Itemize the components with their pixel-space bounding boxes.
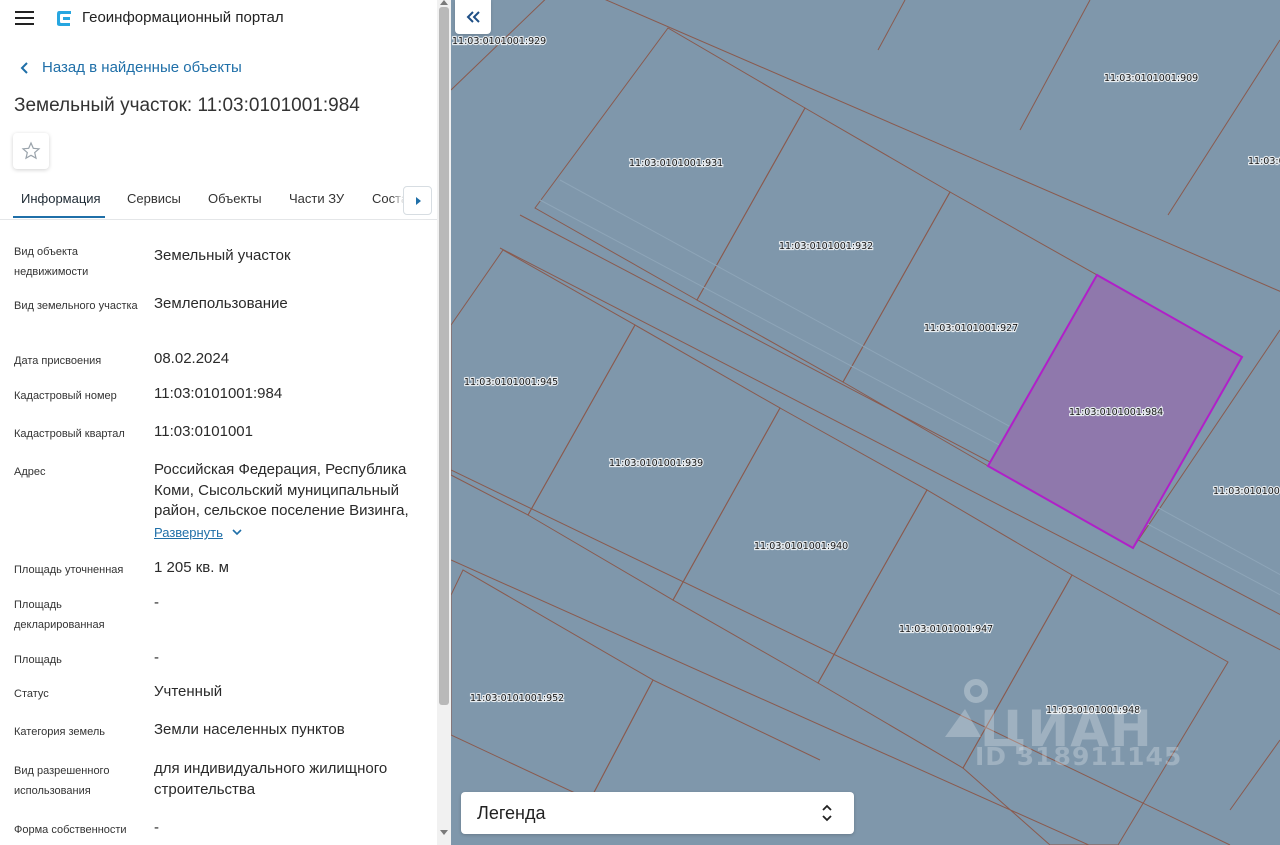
up-down-chevron-icon (822, 804, 832, 822)
favorite-button[interactable] (13, 133, 49, 169)
parcel-label-945: 11:03:0101001:945 (464, 377, 558, 388)
detail-label: Площадь уточненная (14, 564, 124, 576)
legend-label: Легенда (477, 803, 546, 823)
parcel-label-edge-mid: 11:03:010100 (1213, 486, 1280, 497)
panel-content: Геоинформационный портал Назад в найденн… (0, 0, 437, 845)
back-link-label: Назад в найденные объекты (42, 59, 242, 76)
parcel-label-929: 11:03:0101001:929 (452, 36, 546, 47)
detail-value: Земельный участок (154, 247, 291, 264)
app-title: Геоинформационный портал (82, 9, 284, 26)
parcel-label-952: 11:03:0101001:952 (470, 693, 564, 704)
detail-value: Земли населенных пунктов (154, 721, 345, 738)
parcel-boundary-line (1229, 739, 1280, 811)
detail-label: Кадастровый квартал (14, 428, 125, 440)
detail-label: Площадь (14, 654, 62, 666)
detail-value: - (154, 594, 159, 611)
parcel-label-932: 11:03:0101001:932 (779, 241, 873, 252)
detail-value: - (154, 819, 159, 836)
detail-label: Площадь декларированная (14, 599, 105, 631)
detail-value: 11:03:0101001 (154, 423, 253, 440)
parcel-label-edge-top: 11:03:010100 (1248, 156, 1280, 167)
tabs-scroll-right-button[interactable] (403, 186, 432, 215)
parcel-label-947: 11:03:0101001:947 (899, 624, 993, 635)
detail-label: Дата присвоения (14, 355, 102, 367)
caret-right-icon (415, 196, 421, 205)
collapse-panel-button[interactable] (455, 0, 491, 34)
parcel-boundary-line (1167, 39, 1280, 216)
legend-dropdown[interactable]: Легенда (461, 792, 854, 834)
hamburger-menu-icon[interactable] (15, 11, 34, 25)
scroll-up-arrow-icon[interactable] (440, 0, 448, 5)
back-to-results-link[interactable]: Назад в найденные объекты (18, 59, 242, 76)
tab-information[interactable]: Информация (21, 191, 101, 206)
map-canvas[interactable]: 11:03:0101001:929 11:03:0101001:909 11:0… (451, 0, 1280, 845)
detail-label: Вид разрешенного использования (14, 765, 110, 797)
portal-logo-icon (57, 11, 71, 26)
tab-parts[interactable]: Части ЗУ (289, 191, 344, 206)
info-panel: Геоинформационный портал Назад в найденн… (0, 0, 451, 845)
tab-bar: Информация Сервисы Объекты Части ЗУ Сост… (0, 178, 437, 220)
parcel-boundary-line (877, 0, 906, 51)
detail-value: 08.02.2024 (154, 350, 230, 367)
scroll-down-arrow-icon[interactable] (440, 830, 448, 835)
tab-objects[interactable]: Объекты (208, 191, 262, 206)
street-boundary-line (604, 0, 1280, 292)
detail-label: Форма собственности (14, 824, 127, 836)
star-icon (21, 141, 41, 160)
parcel-label-927: 11:03:0101001:927 (924, 323, 1018, 334)
detail-value: Землепользование (154, 295, 288, 312)
detail-label: Статус (14, 688, 49, 700)
detail-label: Вид земельного участка (14, 300, 138, 312)
parcel-952-boundary (451, 569, 654, 801)
detail-value: для индивидуального жилищного строительс… (154, 760, 388, 798)
top-bar: Геоинформационный портал (0, 0, 437, 36)
active-tab-indicator (13, 216, 105, 218)
parcel-label-940: 11:03:0101001:940 (754, 541, 848, 552)
detail-label: Вид объекта недвижимости (14, 246, 89, 278)
parcel-boundary-line (589, 679, 821, 801)
expand-label: Развернуть (154, 525, 223, 540)
parcel-label-909: 11:03:0101001:909 (1104, 73, 1198, 84)
panel-scrollbar-thumb[interactable] (439, 7, 449, 705)
detail-value: 11:03:0101001:984 (154, 385, 283, 402)
cadastral-map[interactable]: 11:03:0101001:929 11:03:0101001:909 11:0… (451, 0, 1280, 845)
parcel-boundary-line (1019, 0, 1091, 131)
object-title: Земельный участок: 11:03:0101001:984 (14, 95, 360, 116)
parcel-label-984: 11:03:0101001:984 (1069, 407, 1163, 418)
watermark-id: ID 318911145 (975, 742, 1183, 771)
detail-label: Адрес (14, 466, 46, 478)
parcel-label-931: 11:03:0101001:931 (629, 158, 723, 169)
detail-label: Кадастровый номер (14, 390, 117, 402)
parcel-label-939: 11:03:0101001:939 (609, 458, 703, 469)
detail-label: Категория земель (14, 726, 105, 738)
detail-value: 1 205 кв. м (154, 559, 229, 576)
detail-value: Учтенный (154, 683, 223, 700)
expand-address-link[interactable]: Развернуть (154, 525, 247, 540)
chevron-left-icon (20, 61, 28, 74)
detail-value: Российская Федерация, Республика Коми, С… (154, 461, 409, 519)
detail-value: - (154, 649, 159, 666)
chevron-down-icon (232, 528, 242, 535)
tab-services[interactable]: Сервисы (127, 191, 181, 206)
double-chevron-left-icon (466, 11, 480, 23)
